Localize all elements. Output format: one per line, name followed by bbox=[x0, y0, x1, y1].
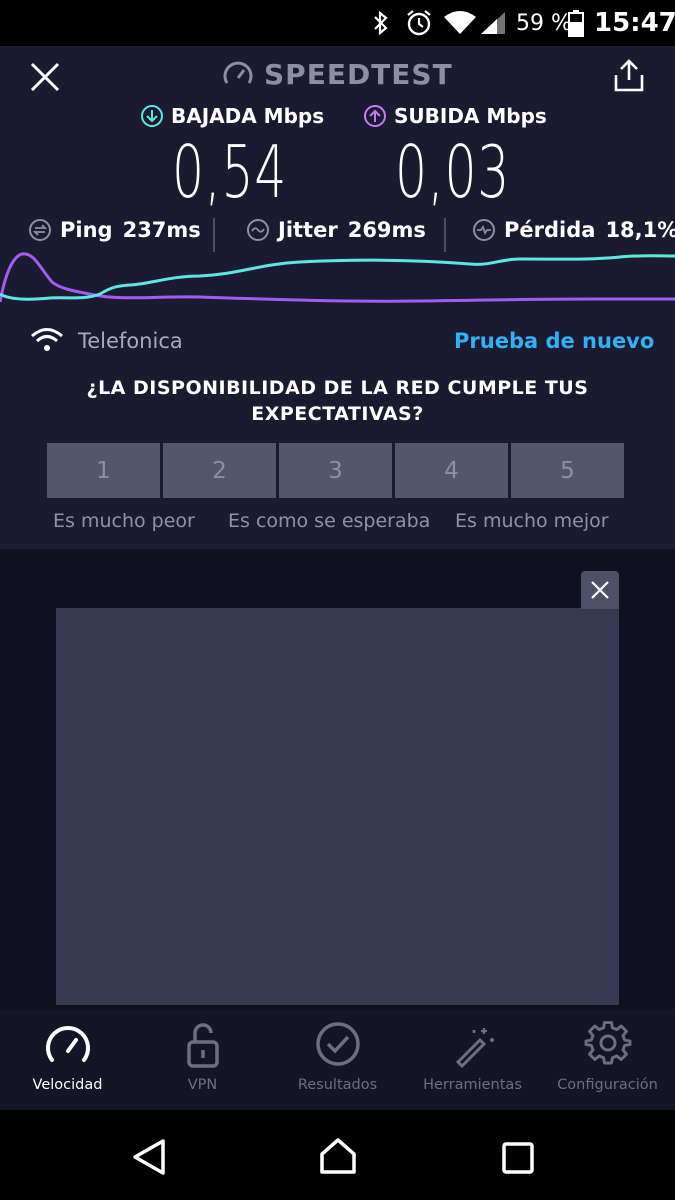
rating-button-5[interactable]: 5 bbox=[511, 443, 624, 498]
close-button[interactable] bbox=[28, 60, 62, 98]
wifi-network-icon bbox=[30, 326, 64, 358]
ad-banner[interactable] bbox=[56, 608, 619, 1005]
jitter-icon bbox=[247, 219, 269, 241]
speedometer-logo-icon bbox=[223, 61, 253, 84]
loss-label: Pérdida bbox=[504, 218, 596, 242]
divider bbox=[444, 218, 446, 252]
retry-button[interactable]: Prueba de nuevo bbox=[454, 329, 654, 353]
speed-graph bbox=[0, 252, 675, 303]
speedometer-icon bbox=[45, 1026, 90, 1062]
download-value: 0,54 bbox=[172, 130, 288, 214]
recents-button[interactable] bbox=[502, 1142, 534, 1178]
loss-value: 18,1% bbox=[605, 218, 675, 242]
upload-label: SUBIDA Mbps bbox=[394, 104, 547, 128]
battery-icon bbox=[567, 0, 585, 46]
rating-button-1[interactable]: 1 bbox=[47, 443, 160, 498]
rating-caption-worse: Es mucho peor bbox=[53, 510, 195, 532]
lock-icon bbox=[186, 1023, 219, 1068]
download-arrow-icon bbox=[141, 105, 163, 127]
download-label: BAJADA Mbps bbox=[171, 104, 325, 128]
jitter-value: 269ms bbox=[347, 218, 426, 242]
ping-metric: Ping 237ms bbox=[28, 218, 201, 242]
jitter-metric: Jitter 269ms bbox=[246, 218, 426, 242]
system-nav-bar bbox=[0, 1110, 675, 1200]
upload-arrow-icon bbox=[364, 105, 386, 127]
ping-label: Ping bbox=[60, 218, 113, 242]
nav-label: Configuración bbox=[557, 1077, 658, 1093]
loss-metric: Pérdida 18,1% bbox=[472, 218, 675, 242]
close-icon bbox=[591, 581, 609, 599]
ping-icon bbox=[29, 219, 51, 241]
magic-wand-icon bbox=[455, 1028, 494, 1069]
nav-item-vpn[interactable]: VPN bbox=[135, 1010, 270, 1110]
divider bbox=[213, 218, 215, 252]
rating-caption-expected: Es como se esperaba bbox=[228, 510, 431, 532]
app-title: SPEEDTEST bbox=[222, 58, 453, 91]
share-button[interactable] bbox=[612, 58, 646, 98]
home-button[interactable] bbox=[318, 1136, 358, 1180]
download-curve bbox=[0, 254, 675, 301]
bottom-nav: Velocidad VPN Resultados Herramientas Co… bbox=[0, 1010, 675, 1110]
nav-label: Herramientas bbox=[423, 1077, 522, 1093]
recents-square-icon bbox=[502, 1142, 534, 1174]
upload-value: 0,03 bbox=[395, 130, 511, 214]
rating-button-3[interactable]: 3 bbox=[279, 443, 392, 498]
checkmark-circle-icon bbox=[315, 1022, 360, 1066]
ad-close-button[interactable] bbox=[581, 571, 619, 609]
clock: 15:47 bbox=[594, 8, 675, 38]
upload-header: SUBIDA Mbps bbox=[363, 104, 547, 128]
bluetooth-icon bbox=[370, 0, 392, 46]
nav-item-configuracion[interactable]: Configuración bbox=[540, 1010, 675, 1110]
wifi-icon bbox=[443, 0, 477, 46]
nav-item-velocidad[interactable]: Velocidad bbox=[0, 1010, 135, 1110]
battery-percent: 59 % bbox=[516, 10, 572, 36]
nav-label: VPN bbox=[187, 1077, 218, 1093]
share-icon bbox=[614, 59, 644, 92]
page-title: SPEEDTEST bbox=[264, 58, 453, 91]
nav-item-herramientas[interactable]: Herramientas bbox=[405, 1010, 540, 1110]
survey-question: ¿LA DISPONIBILIDAD DE LA RED CUMPLE TUS … bbox=[86, 377, 589, 425]
nav-label: Velocidad bbox=[32, 1077, 103, 1093]
jitter-label: Jitter bbox=[278, 218, 338, 242]
home-icon bbox=[320, 1138, 356, 1174]
ping-value: 237ms bbox=[122, 218, 201, 242]
back-button[interactable] bbox=[131, 1138, 167, 1180]
rating-button-4[interactable]: 4 bbox=[395, 443, 508, 498]
rating-button-2[interactable]: 2 bbox=[163, 443, 276, 498]
gear-icon bbox=[584, 1021, 631, 1065]
download-header: BAJADA Mbps bbox=[140, 104, 324, 128]
signal-icon bbox=[479, 0, 507, 46]
nav-item-resultados[interactable]: Resultados bbox=[270, 1010, 405, 1110]
close-icon bbox=[30, 62, 60, 92]
back-triangle-icon bbox=[133, 1139, 165, 1175]
alarm-icon bbox=[404, 0, 434, 46]
nav-label: Resultados bbox=[297, 1077, 378, 1093]
rating-caption-better: Es mucho mejor bbox=[455, 510, 609, 532]
packet-loss-icon bbox=[473, 219, 495, 241]
status-bar: 59 % 15:47 bbox=[0, 0, 675, 46]
provider-name: Telefonica bbox=[78, 329, 183, 353]
